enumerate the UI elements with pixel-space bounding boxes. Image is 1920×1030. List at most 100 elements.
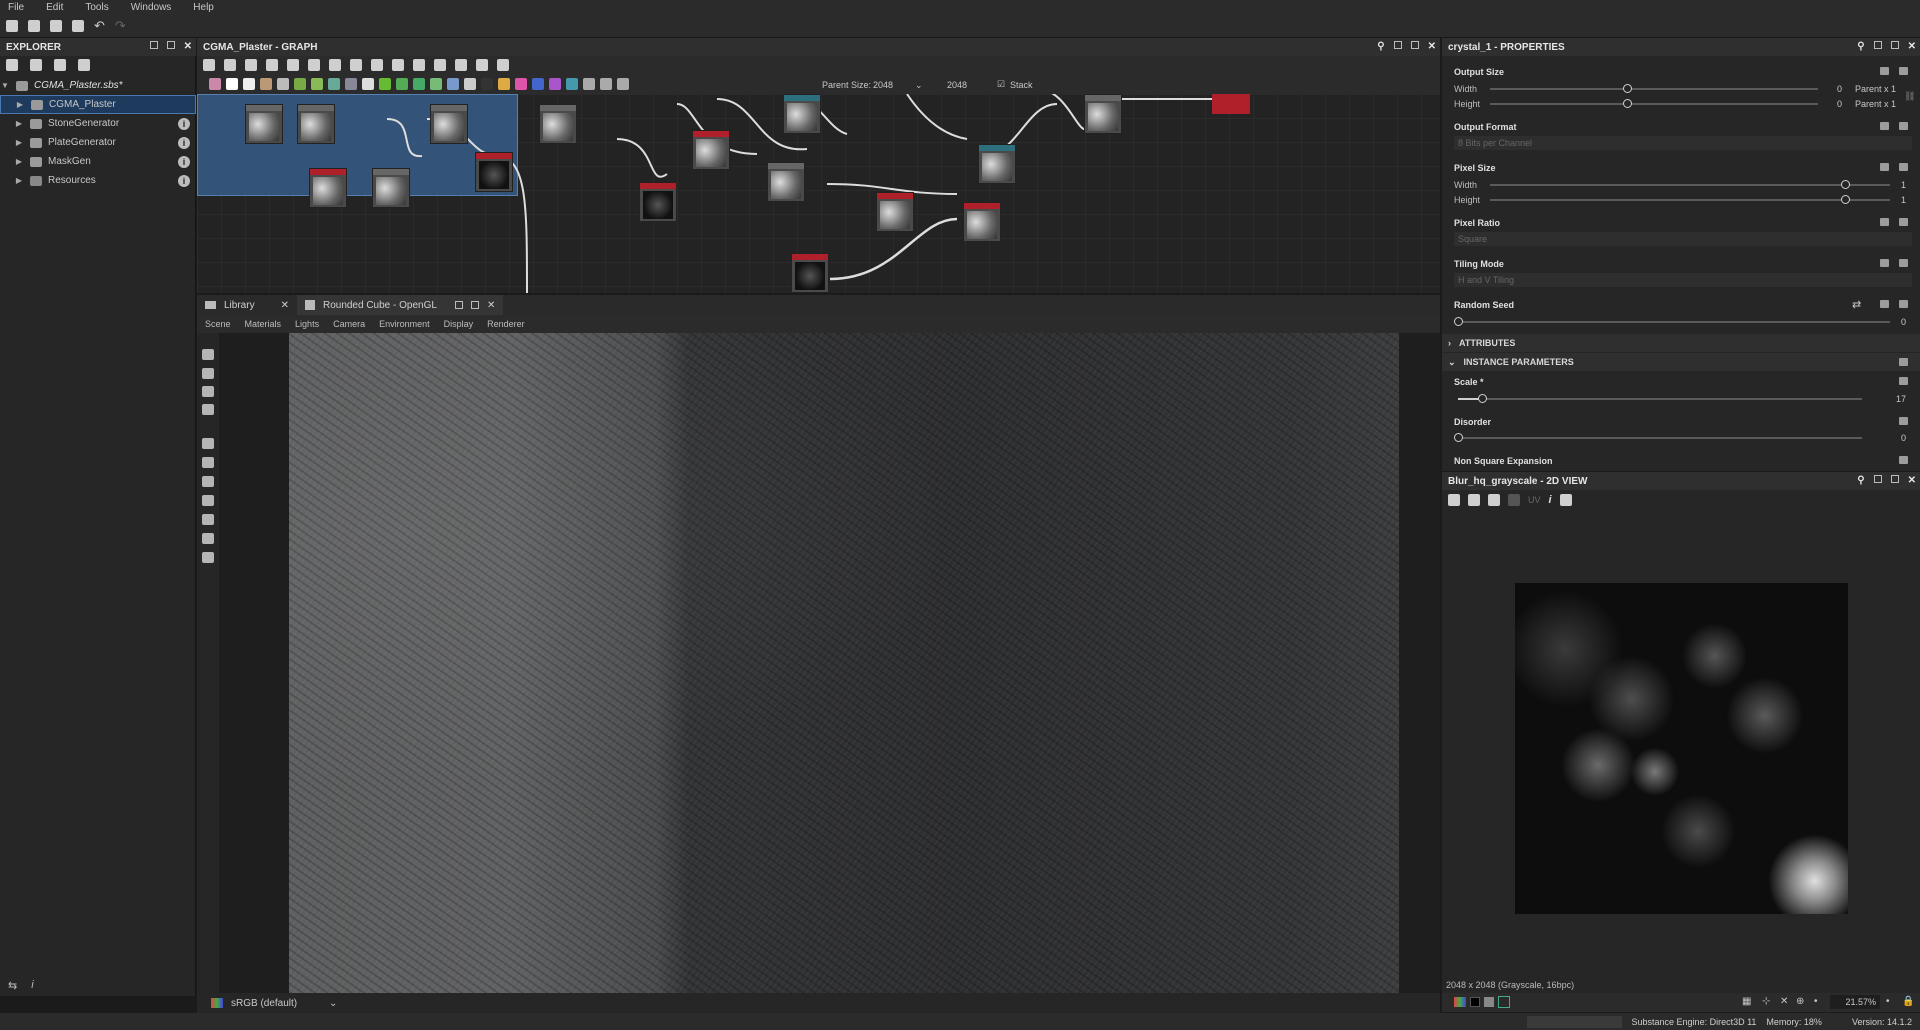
graph-output-node[interactable]: [1212, 94, 1250, 114]
histogram-icon[interactable]: [1559, 494, 1572, 506]
3d-viewport[interactable]: [219, 333, 1440, 993]
graph-node[interactable]: [297, 104, 335, 144]
warp-icon[interactable]: [311, 78, 323, 90]
blur-preview-image[interactable]: [1515, 583, 1848, 914]
inherit-icon[interactable]: [1880, 218, 1889, 226]
menu-materials[interactable]: Materials: [245, 319, 282, 329]
disorder-knob[interactable]: [1454, 433, 1463, 442]
pin-icon[interactable]: ⚲: [1857, 475, 1864, 486]
camera-icon[interactable]: [202, 349, 214, 360]
graph-canvas[interactable]: [197, 94, 1440, 293]
output-height-slider[interactable]: [1490, 103, 1818, 105]
new-package-icon[interactable]: [30, 59, 42, 71]
scale-value[interactable]: 17: [1886, 394, 1906, 404]
tree-item-resources[interactable]: ▶ Resources i: [0, 171, 196, 190]
blend-icon[interactable]: [294, 78, 306, 90]
tree-item-cgma-plaster[interactable]: ▶ CGMA_Plaster: [0, 95, 196, 114]
parent-size-select[interactable]: 2048: [873, 80, 893, 90]
tools-icon[interactable]: [434, 59, 446, 71]
expand-arrow-icon[interactable]: ▶: [14, 119, 24, 128]
save-package-icon[interactable]: [6, 59, 18, 71]
info-icon[interactable]: [266, 59, 278, 71]
tangent-icon[interactable]: [202, 533, 214, 544]
hierarchy-icon[interactable]: ⇆: [8, 979, 17, 992]
pixel-height-slider[interactable]: [1490, 199, 1890, 201]
graph-node[interactable]: [783, 94, 821, 134]
output-width-value[interactable]: 0: [1822, 84, 1842, 94]
open-icon[interactable]: [50, 19, 62, 32]
close-icon[interactable]: ✕: [1908, 475, 1916, 486]
random-seed-value[interactable]: 0: [1886, 317, 1906, 327]
close-icon[interactable]: ✕: [281, 300, 289, 311]
random-seed-slider[interactable]: [1458, 321, 1890, 323]
curve-icon[interactable]: [379, 78, 391, 90]
info-icon[interactable]: i: [178, 155, 190, 168]
undock-icon[interactable]: [1873, 475, 1882, 483]
close-icon[interactable]: ✕: [487, 300, 495, 311]
inherit-icon[interactable]: [1880, 300, 1889, 308]
mesh-icon[interactable]: [202, 495, 214, 506]
checker-bg-icon[interactable]: [1498, 996, 1510, 1008]
scale-slider[interactable]: [1458, 398, 1862, 400]
menu-environment[interactable]: Environment: [379, 319, 430, 329]
close-icon[interactable]: ✕: [1908, 41, 1916, 52]
output-icon[interactable]: [481, 78, 493, 90]
uniform-color-icon[interactable]: [226, 78, 238, 90]
close-icon[interactable]: ✕: [1428, 41, 1436, 52]
output-format-select[interactable]: 8 Bits per Channel: [1454, 136, 1912, 150]
redo-icon[interactable]: ↷: [115, 18, 126, 34]
expand-arrow-icon[interactable]: ▶: [14, 157, 24, 166]
new-graph-icon[interactable]: [6, 19, 18, 32]
dot-icon[interactable]: •: [1814, 996, 1818, 1007]
graph-node[interactable]: [539, 104, 577, 144]
tab-library[interactable]: Library ✕: [197, 295, 297, 315]
pixel-processor-icon[interactable]: [549, 78, 561, 90]
cube-icon[interactable]: [202, 476, 214, 487]
graph-node[interactable]: [1084, 94, 1122, 134]
export-icon[interactable]: [1488, 494, 1500, 506]
undo-icon[interactable]: ↶: [94, 18, 105, 34]
lock-icon[interactable]: 🔒: [1902, 996, 1914, 1007]
uv-toggle[interactable]: UV: [1528, 495, 1541, 505]
colorspace-select[interactable]: sRGB (default): [231, 998, 321, 1009]
gray-bg-icon[interactable]: [1484, 997, 1494, 1007]
collapse-arrow-icon[interactable]: ▼: [0, 81, 10, 90]
close-icon[interactable]: ✕: [184, 41, 192, 52]
menu-camera[interactable]: Camera: [333, 319, 365, 329]
save-icon[interactable]: [72, 19, 84, 32]
graph-node[interactable]: [963, 202, 1001, 242]
levels-icon[interactable]: [362, 78, 374, 90]
expand-arrow-icon[interactable]: ▶: [15, 100, 25, 109]
graph-node[interactable]: [978, 144, 1016, 184]
graph-node[interactable]: [430, 104, 468, 144]
menu-edit[interactable]: Edit: [46, 2, 63, 13]
zoom-dot-icon[interactable]: •: [1886, 996, 1890, 1007]
maximize-icon[interactable]: [1410, 41, 1419, 49]
histogram-icon[interactable]: [202, 552, 214, 563]
undock-icon[interactable]: [149, 41, 158, 49]
maximize-icon[interactable]: [470, 301, 479, 309]
menu-icon[interactable]: [1899, 417, 1908, 425]
output-width-relative[interactable]: Parent x 1: [1850, 84, 1896, 94]
grid-icon[interactable]: [202, 438, 214, 449]
frame-icon[interactable]: [203, 59, 215, 71]
save-icon[interactable]: [1468, 494, 1480, 506]
maximize-icon[interactable]: [1890, 475, 1899, 483]
maximize-icon[interactable]: [1890, 41, 1899, 49]
new-package-icon[interactable]: [28, 19, 40, 32]
graph-node[interactable]: [372, 168, 410, 208]
undock-icon[interactable]: [1873, 41, 1882, 49]
tree-item-plategenerator[interactable]: ▶ PlateGenerator i: [0, 133, 196, 152]
undock-icon[interactable]: [1393, 41, 1402, 49]
channels-icon[interactable]: [1454, 997, 1466, 1007]
attributes-section[interactable]: › ATTRIBUTES: [1442, 334, 1920, 352]
arrows-icon[interactable]: [371, 59, 383, 71]
graph-node[interactable]: [475, 152, 513, 192]
warning-icon[interactable]: [498, 78, 510, 90]
menu-scene[interactable]: Scene: [205, 319, 231, 329]
blur-icon[interactable]: [328, 78, 340, 90]
normal-icon[interactable]: [447, 78, 459, 90]
chevron-down-icon[interactable]: ⌄: [329, 998, 337, 1009]
light-icon[interactable]: [202, 368, 214, 379]
scale-knob[interactable]: [1478, 394, 1487, 403]
